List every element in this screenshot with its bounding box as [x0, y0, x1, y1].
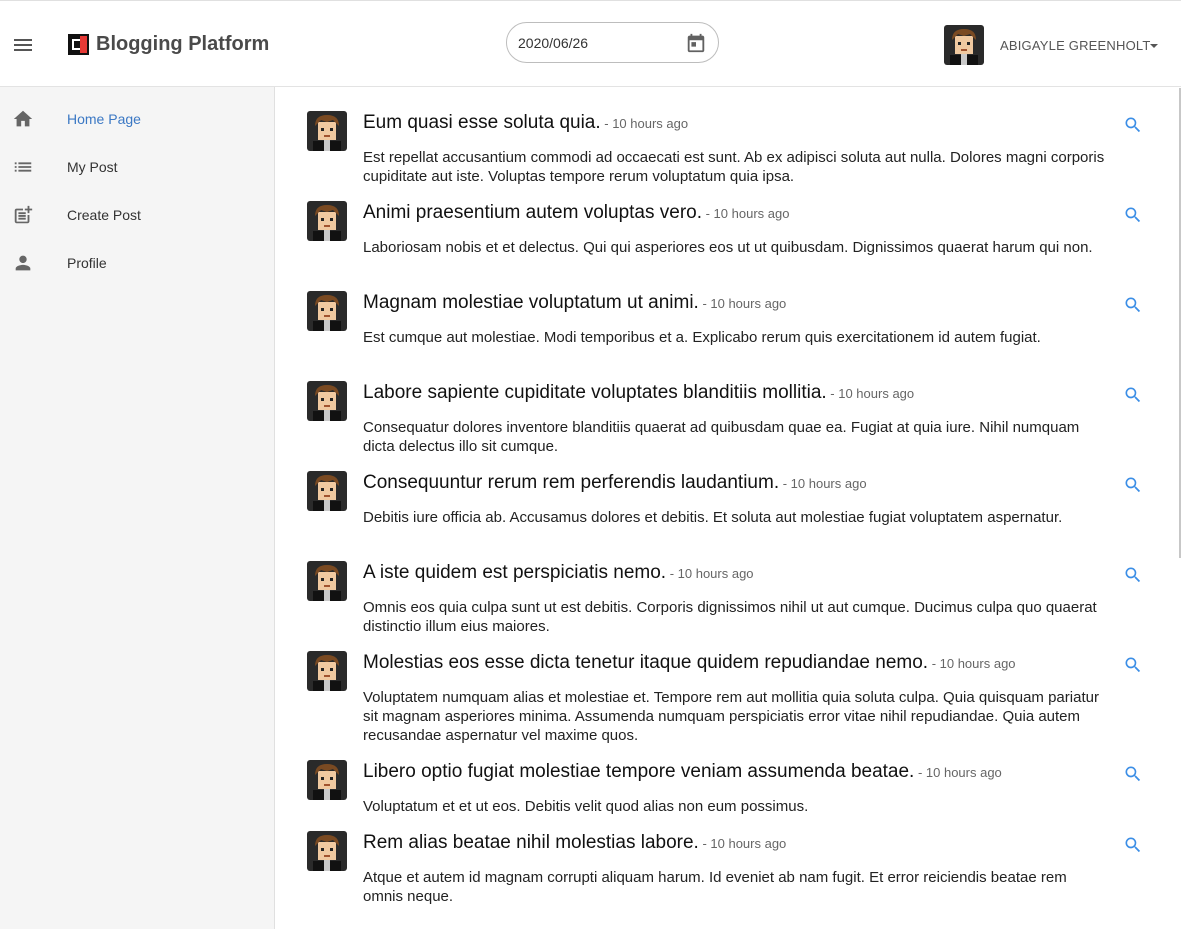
chevron-down-icon[interactable] [1150, 44, 1158, 48]
home-icon [13, 110, 33, 127]
sidebar-item-label: My Post [67, 159, 118, 175]
post-title-line[interactable]: Eum quasi esse soluta quia. - 10 hours a… [363, 112, 1123, 134]
post-add-icon [14, 205, 33, 224]
post-title-line[interactable]: Labore sapiente cupiditate voluptates bl… [363, 382, 1123, 404]
post-timestamp: - 10 hours ago [928, 656, 1016, 671]
menu-icon[interactable] [12, 34, 36, 54]
post-title-line[interactable]: A iste quidem est perspiciatis nemo. - 1… [363, 562, 1123, 584]
logo-icon [68, 34, 89, 55]
post-title-line[interactable]: Consequuntur rerum rem perferendis lauda… [363, 472, 1123, 494]
post-title[interactable]: Labore sapiente cupiditate voluptates bl… [363, 382, 827, 403]
user-name[interactable]: ABIGAYLE GREENHOLT [1000, 38, 1151, 53]
post-timestamp: - 10 hours ago [698, 836, 787, 851]
sidebar: Home Page My Post Create Post Profile [0, 87, 275, 929]
post-title[interactable]: Eum quasi esse soluta quia. [363, 112, 601, 133]
sidebar-item-label: Profile [67, 255, 107, 271]
post-title[interactable]: Rem alias beatae nihil molestias labore. [363, 832, 699, 853]
post-timestamp: - 10 hours ago [779, 476, 867, 491]
user-avatar[interactable] [944, 25, 984, 65]
post-timestamp: - 10 hours ago [600, 116, 689, 131]
sidebar-item-home[interactable]: Home Page [0, 95, 274, 143]
post-timestamp: - 10 hours ago [702, 206, 790, 221]
post-excerpt: Est repellat accusantium commodi ad occa… [363, 149, 1105, 185]
app-root: Blogging Platform ABIGAYLE GREENHOLT [0, 0, 1181, 929]
post-author-avatar [307, 760, 347, 800]
post-author-avatar [307, 111, 347, 151]
post-excerpt: Omnis eos quia culpa sunt ut est debitis… [363, 599, 1097, 635]
post-excerpt: Debitis iure officia ab. Accusamus dolor… [363, 509, 1063, 526]
sidebar-item-label: Home Page [67, 111, 141, 127]
top-app-bar: Blogging Platform ABIGAYLE GREENHOLT [0, 1, 1181, 87]
search-icon[interactable] [1123, 205, 1143, 225]
post-author-avatar [307, 651, 347, 691]
search-icon[interactable] [1123, 295, 1143, 315]
post-title-line[interactable]: Molestias eos esse dicta tenetur itaque … [363, 652, 1123, 674]
person-icon [15, 255, 31, 271]
post-timestamp: - 10 hours ago [826, 386, 915, 401]
post-author-avatar [307, 291, 347, 331]
post-excerpt: Voluptatem numquam alias et molestiae et… [363, 689, 1099, 744]
search-icon[interactable] [1123, 475, 1143, 495]
post-title-line[interactable]: Magnam molestiae voluptatum ut animi. - … [363, 292, 1123, 314]
post-excerpt: Est cumque aut molestiae. Modi temporibu… [363, 329, 1041, 346]
list-icon [14, 162, 32, 172]
post-excerpt: Consequatur dolores inventore blanditiis… [363, 419, 1080, 455]
post-title[interactable]: Molestias eos esse dicta tenetur itaque … [363, 652, 928, 673]
sidebar-item-create-post[interactable]: Create Post [0, 191, 274, 239]
search-icon[interactable] [1123, 655, 1143, 675]
search-icon[interactable] [1123, 835, 1143, 855]
sidebar-item-my-post[interactable]: My Post [0, 143, 274, 191]
post-list: Eum quasi esse soluta quia. - 10 hours a… [275, 87, 1179, 929]
post-timestamp: - 10 hours ago [666, 566, 754, 581]
search-icon[interactable] [1123, 115, 1143, 135]
search-icon[interactable] [1123, 565, 1143, 585]
post-author-avatar [307, 201, 347, 241]
post-title[interactable]: Libero optio fugiat molestiae tempore ve… [363, 761, 914, 782]
post-excerpt: Laboriosam nobis et et delectus. Qui qui… [363, 239, 1093, 256]
sidebar-item-label: Create Post [67, 207, 141, 223]
post-title[interactable]: A iste quidem est perspiciatis nemo. [363, 562, 666, 583]
post-title[interactable]: Consequuntur rerum rem perferendis lauda… [363, 472, 779, 493]
search-icon[interactable] [1123, 385, 1143, 405]
post-excerpt: Atque et autem id magnam corrupti aliqua… [363, 869, 1067, 905]
post-title-line[interactable]: Rem alias beatae nihil molestias labore.… [363, 832, 1123, 854]
search-icon[interactable] [1123, 764, 1143, 784]
post-title[interactable]: Magnam molestiae voluptatum ut animi. [363, 292, 699, 313]
post-author-avatar [307, 471, 347, 511]
post-author-avatar [307, 381, 347, 421]
post-title[interactable]: Animi praesentium autem voluptas vero. [363, 202, 702, 223]
post-author-avatar [307, 561, 347, 601]
calendar-icon[interactable] [685, 32, 707, 54]
sidebar-item-profile[interactable]: Profile [0, 239, 274, 287]
post-timestamp: - 10 hours ago [698, 296, 787, 311]
post-title-line[interactable]: Libero optio fugiat molestiae tempore ve… [363, 761, 1123, 783]
date-input[interactable] [518, 34, 668, 52]
post-excerpt: Voluptatum et et ut eos. Debitis velit q… [363, 798, 809, 815]
app-title: Blogging Platform [96, 33, 270, 55]
post-timestamp: - 10 hours ago [914, 765, 1002, 780]
date-picker[interactable] [506, 22, 719, 63]
post-author-avatar [307, 831, 347, 871]
post-title-line[interactable]: Animi praesentium autem voluptas vero. -… [363, 202, 1123, 224]
